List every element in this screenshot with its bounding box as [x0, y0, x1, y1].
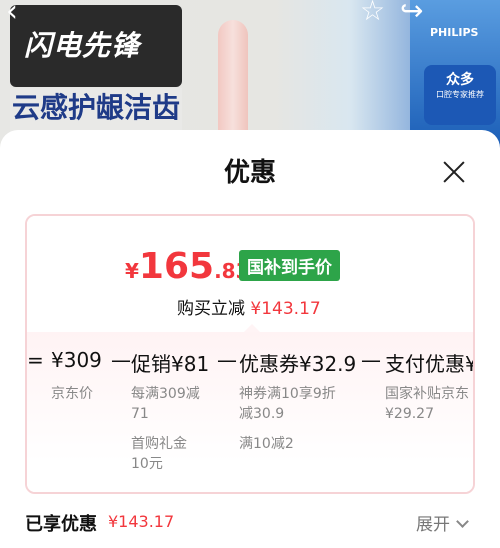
- desc-line: ¥29.27: [385, 406, 434, 422]
- instant-discount-label: 购买立减: [177, 299, 245, 319]
- close-icon[interactable]: [440, 158, 468, 186]
- chevron-down-icon: [456, 515, 469, 528]
- term-desc-list-price: 京东价: [51, 384, 93, 404]
- desc-line: 每满309减: [131, 386, 200, 402]
- desc-line: 神券满10享9折: [239, 386, 336, 402]
- equals-sign: =: [27, 348, 44, 372]
- formula-term-promotion: 促销¥81: [131, 352, 210, 376]
- price-integer: 165: [138, 246, 215, 287]
- term-desc-coupon: 神券满10享9折 减30.9 满10减2: [239, 384, 336, 454]
- desc-line: 减30.9: [239, 406, 285, 422]
- minus-sign: —: [217, 348, 237, 372]
- desc-line: 国家补贴京东: [385, 386, 469, 402]
- subsidy-price-badge: 国补到手价: [239, 250, 340, 281]
- formula-term-payment: 支付优惠¥: [385, 352, 473, 376]
- final-price-section: ¥165.83 国补到手价 购买立减 ¥143.17: [27, 216, 473, 333]
- instant-discount: 购买立减 ¥143.17: [177, 294, 321, 319]
- price-formula[interactable]: = ¥309 京东价 — 促销¥81 每满309减 71 首购礼金 10元 — …: [27, 332, 473, 492]
- sheet-title: 优惠: [223, 158, 276, 188]
- applied-discount-label: 已享优惠: [25, 514, 97, 535]
- formula-term-coupon: 优惠券¥32.9: [239, 352, 357, 376]
- product-page-backdrop: 闪电先锋 云感护龈洁齿 ‹ ☆ ↪ PHILIPS 众多 口腔专家推荐: [0, 0, 500, 150]
- desc-spacer: [239, 424, 336, 434]
- term-desc-promotion: 每满309减 71 首购礼金 10元: [131, 384, 200, 474]
- expert-badge-sub: 口腔专家推荐: [436, 90, 484, 99]
- desc-line: 满10减2: [239, 436, 294, 452]
- price-currency: ¥: [125, 259, 139, 283]
- minus-sign: —: [361, 348, 381, 372]
- expand-label: 展开: [416, 515, 450, 535]
- desc-line: 71: [131, 406, 149, 422]
- instant-discount-amount: ¥143.17: [250, 299, 321, 319]
- term-desc-payment: 国家补贴京东 ¥29.27: [385, 384, 469, 424]
- desc-spacer: [131, 424, 200, 434]
- formula-term-list-price: ¥309: [51, 348, 102, 372]
- expert-badge: 众多 口腔专家推荐: [424, 65, 496, 125]
- expert-badge-title: 众多: [446, 72, 474, 88]
- minus-sign: —: [111, 348, 131, 372]
- slogan-text: 云感护龈洁齿: [12, 91, 181, 124]
- back-arrow-icon[interactable]: ‹: [6, 0, 52, 34]
- desc-line: 10元: [131, 456, 163, 472]
- share-icon[interactable]: ↪: [400, 0, 423, 27]
- formula-section: = ¥309 京东价 — 促销¥81 每满309减 71 首购礼金 10元 — …: [27, 332, 473, 492]
- discount-sheet: 优惠 ¥165.83 国补到手价 购买立减 ¥143.17 = ¥309 京东价…: [0, 130, 500, 548]
- expand-button[interactable]: 展开: [416, 510, 469, 535]
- applied-discount-amount: ¥143.17: [108, 512, 175, 531]
- star-icon[interactable]: ☆: [360, 0, 385, 27]
- final-price: ¥165.83: [125, 246, 250, 287]
- brand-logo: PHILIPS: [430, 26, 479, 39]
- desc-line: 京东价: [51, 386, 93, 402]
- desc-line: 首购礼金: [131, 436, 187, 452]
- price-breakdown-card: ¥165.83 国补到手价 购买立减 ¥143.17 = ¥309 京东价 — …: [25, 214, 475, 494]
